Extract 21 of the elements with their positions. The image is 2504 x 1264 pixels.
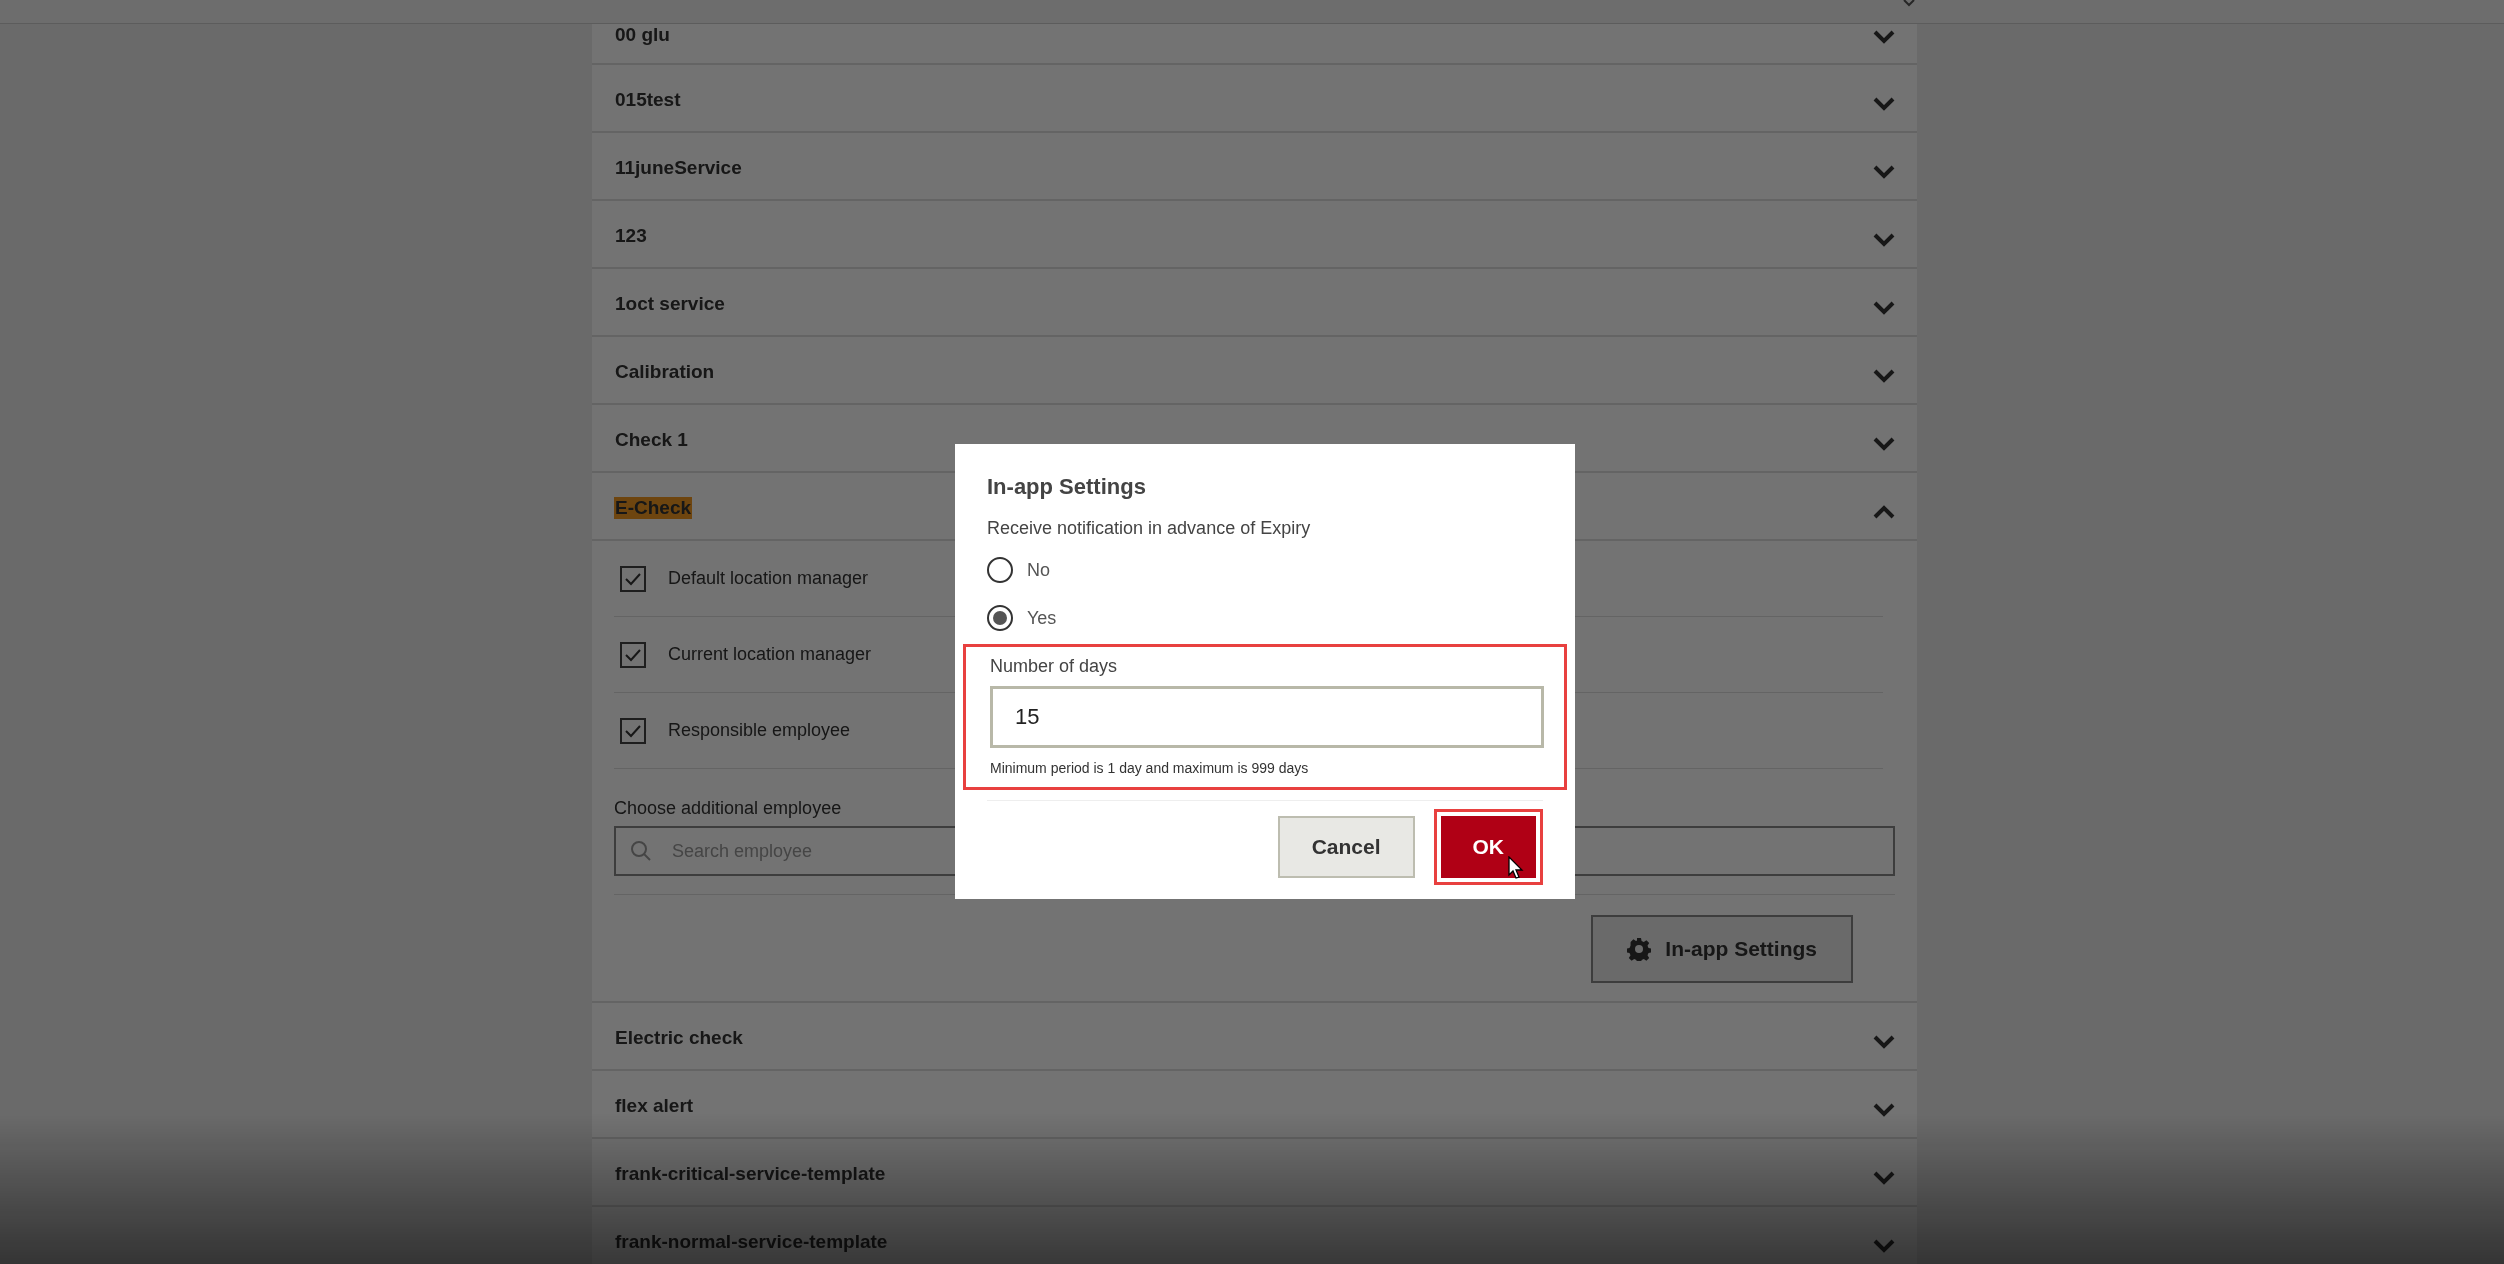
hint-text: Minimum period is 1 day and maximum is 999 days (990, 759, 1310, 778)
radio-label: Yes (1027, 606, 1057, 630)
service-name: flex alert (614, 1095, 695, 1117)
service-name: 015test (614, 89, 682, 111)
service-name: 1oct service (614, 293, 726, 315)
service-name: 11juneService (614, 157, 743, 179)
service-name: frank-critical-service-template (614, 1163, 887, 1185)
service-name: 00 glu (614, 24, 671, 46)
service-name: E-Check (614, 497, 693, 519)
checkbox-label: Responsible employee (668, 719, 851, 742)
question-text: Receive notification in advance of Expiry (987, 517, 1312, 540)
service-name: 123 (614, 225, 648, 247)
service-name: Electric check (614, 1027, 744, 1049)
field-label: Choose additional employee (614, 797, 843, 820)
dialog-title: In-app Settings (987, 473, 1147, 501)
checkbox-label: Current location manager (668, 643, 872, 666)
checkbox-label: Default location manager (668, 567, 869, 590)
service-name: Check 1 (614, 429, 689, 451)
radio-label: No (1027, 558, 1050, 582)
field-label: Number of days (990, 655, 1119, 678)
service-name: Calibration (614, 361, 716, 383)
